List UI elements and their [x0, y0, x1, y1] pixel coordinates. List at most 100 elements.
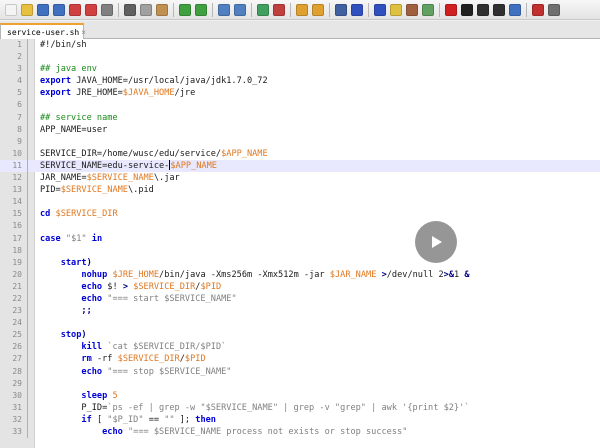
code-token: echo: [81, 366, 103, 377]
code-token: `ps -ef | grep -w "$SERVICE_NAME" | grep…: [107, 402, 470, 413]
code-text: rm -rf $SERVICE_DIR/$PID: [40, 353, 205, 365]
find-icon[interactable]: [218, 3, 230, 16]
code-line[interactable]: 4 export JAVA_HOME=/usr/local/java/jdk1.7…: [0, 75, 600, 88]
code-token: /bin/java -Xms256m -Xmx512m -jar: [159, 269, 330, 280]
cut-icon[interactable]: [124, 3, 136, 16]
code-line[interactable]: 25 stop): [0, 329, 600, 342]
sync-vertical-icon[interactable]: [296, 3, 308, 16]
settings-icon[interactable]: [548, 3, 560, 16]
code-line[interactable]: 33 echo "=== $SERVICE_NAME process not e…: [0, 426, 600, 439]
code-token: JAR_NAME=: [40, 173, 87, 184]
fold-guide: [27, 196, 28, 209]
line-number: 5: [17, 88, 22, 98]
code-token: "=== start $SERVICE_NAME": [107, 293, 237, 304]
fold-guide: [27, 305, 28, 318]
record-macro-icon[interactable]: [445, 3, 457, 16]
code-line[interactable]: 6: [0, 99, 600, 112]
run-macro-icon[interactable]: [493, 3, 505, 16]
code-line[interactable]: 7 ## service name: [0, 111, 600, 124]
show-all-chars-icon[interactable]: [351, 3, 363, 16]
close-all-icon[interactable]: [85, 3, 97, 16]
code-token: #!/bin/: [40, 40, 77, 50]
print-icon[interactable]: [101, 3, 113, 16]
code-line[interactable]: 14: [0, 196, 600, 209]
open-folder-icon[interactable]: [21, 3, 33, 16]
replace-icon[interactable]: [234, 3, 246, 16]
spellcheck-icon[interactable]: [532, 3, 544, 16]
fold-guide: [27, 51, 28, 64]
sync-horizontal-icon[interactable]: [312, 3, 324, 16]
code-line[interactable]: 21 echo $! > $SERVICE_DIR/$PID: [0, 280, 600, 293]
line-number: 22: [12, 293, 22, 303]
code-line[interactable]: 12 JAR_NAME=$SERVICE_NAME\.jar: [0, 172, 600, 185]
code-line[interactable]: 18: [0, 244, 600, 257]
code-line[interactable]: 23 ;;: [0, 305, 600, 318]
code-line[interactable]: 13 PID=$SERVICE_NAME\.pid: [0, 184, 600, 197]
code-line[interactable]: 27 rm -rf $SERVICE_DIR/$PID: [0, 353, 600, 366]
save-all-icon[interactable]: [53, 3, 65, 16]
line-number: 23: [12, 306, 22, 316]
file-tab[interactable]: service-user.sh ×: [0, 23, 86, 39]
document-map-icon[interactable]: [406, 3, 418, 16]
play-macro-icon[interactable]: [477, 3, 489, 16]
code-text: start): [40, 257, 92, 269]
save-icon[interactable]: [37, 3, 49, 16]
close-icon[interactable]: [69, 3, 81, 16]
tab-close-icon[interactable]: ×: [81, 28, 86, 37]
zoom-in-icon[interactable]: [257, 3, 269, 16]
code-line[interactable]: 15 cd $SERVICE_DIR: [0, 208, 600, 221]
code-editor[interactable]: 1 #!/bin/sh 2 3 ## java env 4 export JAVA_HOME…: [0, 39, 600, 448]
code-line[interactable]: 2: [0, 51, 600, 64]
code-line[interactable]: 29: [0, 377, 600, 390]
code-token: P_ID=: [40, 402, 108, 413]
fold-guide: [27, 135, 28, 148]
indent-guide-icon[interactable]: [374, 3, 386, 16]
zoom-out-icon[interactable]: [273, 3, 285, 16]
code-line[interactable]: 16: [0, 220, 600, 233]
line-number: 2: [17, 52, 22, 62]
code-token: start: [60, 257, 87, 268]
code-token: $APP_NAME: [170, 160, 217, 171]
redo-icon[interactable]: [195, 3, 207, 16]
code-text: export JRE_HOME=$JAVA_HOME/jre: [40, 87, 195, 99]
code-line[interactable]: 1 #!/bin/sh: [0, 39, 600, 52]
copy-icon[interactable]: [140, 3, 152, 16]
undo-icon[interactable]: [179, 3, 191, 16]
code-token: "$1": [65, 233, 87, 244]
code-token: ==: [143, 414, 165, 425]
code-token: /jre: [174, 88, 196, 99]
fold-guide: [27, 111, 28, 124]
code-line[interactable]: 24: [0, 317, 600, 330]
word-wrap-icon[interactable]: [335, 3, 347, 16]
paste-icon[interactable]: [156, 3, 168, 16]
code-line[interactable]: 8 APP_NAME=user: [0, 123, 600, 136]
code-line[interactable]: 3 ## java env: [0, 63, 600, 76]
code-line[interactable]: 31 P_ID=`ps -ef | grep -w "$SERVICE_NAME…: [0, 401, 600, 414]
line-number: 1: [17, 40, 22, 49]
code-text: echo "=== $SERVICE_NAME process not exis…: [40, 426, 407, 438]
file-tab-label: service-user.sh: [7, 27, 80, 37]
stop-macro-icon[interactable]: [461, 3, 473, 16]
save-macro-icon[interactable]: [509, 3, 521, 16]
code-line[interactable]: 10 SERVICE_DIR=/home/wusc/edu/service/$AP…: [0, 147, 600, 160]
fold-guide: [27, 63, 28, 76]
video-play-button[interactable]: [415, 221, 457, 263]
function-list-icon[interactable]: [422, 3, 434, 16]
code-line[interactable]: 17 case "$1" in: [0, 232, 600, 245]
code-line[interactable]: 9: [0, 135, 600, 148]
toolbar-separator: [212, 2, 213, 17]
code-token: `cat $SERVICE_DIR/$PID`: [107, 342, 227, 353]
code-line[interactable]: 32 if [ "$P_ID" == "" ]; then: [0, 413, 600, 426]
lang-define-icon[interactable]: [390, 3, 402, 16]
code-line[interactable]: 30 sleep 5: [0, 389, 600, 402]
code-text: cd $SERVICE_DIR: [40, 208, 118, 220]
code-line[interactable]: 19 start): [0, 256, 600, 269]
code-line[interactable]: 22 echo "=== start $SERVICE_NAME": [0, 292, 600, 306]
new-file-icon[interactable]: [5, 3, 17, 16]
code-line[interactable]: 11 SERVICE_NAME=edu-service-$APP_NAME: [0, 159, 600, 173]
code-line[interactable]: 5 export JRE_HOME=$JAVA_HOME/jre: [0, 87, 600, 100]
code-line[interactable]: 26 kill `cat $SERVICE_DIR/$PID`: [0, 341, 600, 354]
code-line[interactable]: 28 echo "=== stop $SERVICE_NAME": [0, 365, 600, 378]
code-line[interactable]: 20 nohup $JRE_HOME/bin/java -Xms256m -Xm…: [0, 268, 600, 281]
